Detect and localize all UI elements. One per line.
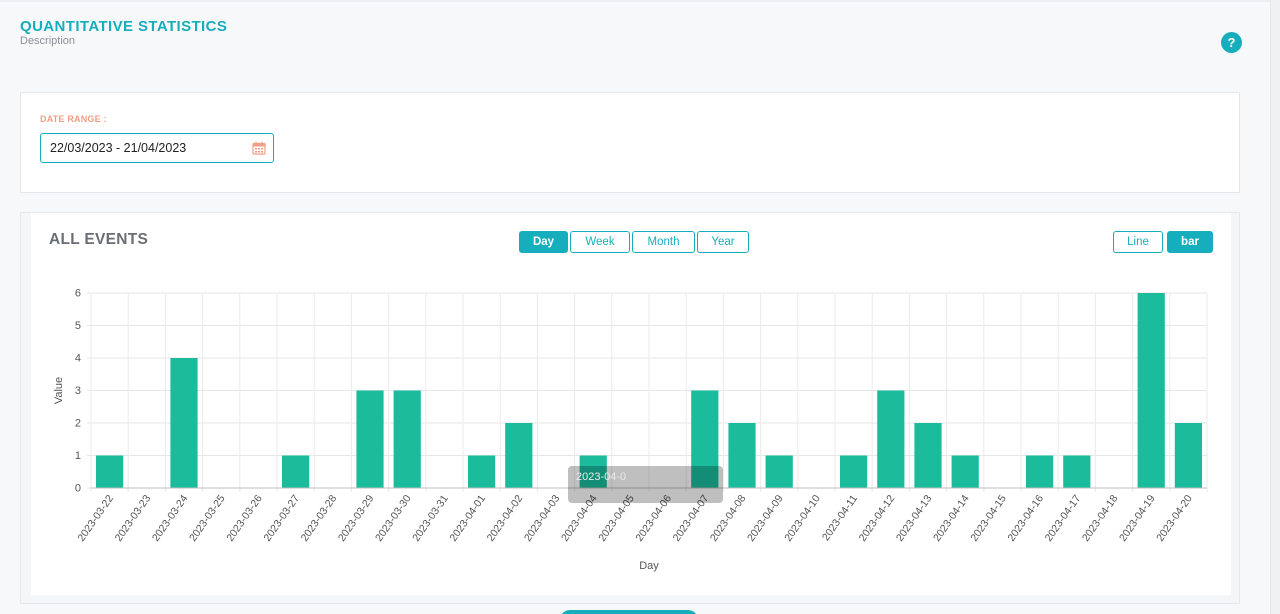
bottom-action-button[interactable] [560, 610, 698, 614]
bar[interactable] [1137, 293, 1165, 488]
y-tick-label: 3 [75, 385, 81, 397]
x-tick-label: 2023-04-13 [894, 493, 935, 544]
date-range-value: 22/03/2023 - 21/04/2023 [50, 141, 187, 155]
x-tick-label: 2023-04-16 [1005, 493, 1046, 544]
x-tick-label: 2023-03-23 [113, 493, 154, 544]
x-tick-label: 2023-03-30 [373, 493, 414, 544]
bar[interactable] [728, 423, 756, 488]
tooltip-label: 2023-04-0 [576, 471, 626, 483]
x-tick-label: 2023-03-26 [224, 493, 265, 544]
filter-card: DATE RANGE : 22/03/2023 - 21/04/2023 [20, 92, 1240, 193]
y-tick-label: 2 [75, 418, 81, 430]
bar[interactable] [877, 390, 905, 489]
x-tick-label: 2023-04-11 [820, 493, 860, 543]
x-tick-label: 2023-03-27 [261, 493, 302, 544]
x-tick-label: 2023-03-28 [299, 493, 340, 544]
page-description: Description [20, 35, 76, 47]
bar[interactable] [765, 455, 793, 489]
x-tick-label: 2023-04-17 [1043, 493, 1084, 544]
bar[interactable] [840, 455, 868, 489]
bar[interactable] [282, 455, 310, 489]
x-tick-label: 2023-03-25 [187, 493, 228, 544]
y-tick-label: 5 [75, 320, 81, 332]
chart-panel: ALL EVENTS Day Week Month Year Line bar … [31, 213, 1231, 595]
bar[interactable] [1063, 455, 1091, 489]
x-tick-label: 2023-04-18 [1080, 493, 1121, 544]
x-tick-label: 2023-04-15 [968, 493, 1009, 544]
x-tick-label: 2023-04-20 [1154, 493, 1195, 544]
bar[interactable] [505, 423, 533, 488]
x-tick-label: 2023-04-09 [745, 493, 786, 544]
x-tick-label: 2023-04-14 [931, 493, 972, 544]
x-tick-label: 2023-03-22 [75, 493, 116, 544]
bar[interactable] [951, 455, 979, 489]
bar[interactable] [914, 423, 942, 488]
y-tick-label: 1 [75, 450, 81, 462]
x-axis-title: Day [639, 560, 659, 572]
bar[interactable] [96, 455, 124, 489]
x-tick-label: 2023-04-02 [485, 493, 526, 544]
y-axis-title: Value [53, 377, 65, 404]
x-tick-label: 2023-03-29 [336, 493, 377, 544]
bar[interactable] [356, 390, 384, 489]
top-border [0, 0, 1280, 2]
x-tick-label: 2023-04-12 [857, 493, 898, 544]
x-tick-label: 2023-04-01 [447, 493, 488, 544]
x-tick-label: 2023-04-03 [522, 493, 563, 544]
bar[interactable] [468, 455, 496, 489]
events-bar-chart: 01234562023-03-222023-03-232023-03-24202… [53, 288, 1208, 572]
page-title: QUANTITATIVE STATISTICS [20, 18, 228, 35]
vertical-scrollbar[interactable] [1270, 0, 1280, 614]
help-icon[interactable]: ? [1221, 32, 1242, 53]
bar[interactable] [1174, 423, 1202, 488]
calendar-icon[interactable] [252, 141, 266, 155]
date-range-label: DATE RANGE : [40, 114, 107, 124]
x-tick-label: 2023-04-10 [782, 493, 823, 544]
y-tick-label: 4 [75, 353, 81, 365]
date-range-input[interactable]: 22/03/2023 - 21/04/2023 [40, 133, 274, 163]
bar[interactable] [1026, 455, 1054, 489]
y-tick-label: 6 [75, 288, 81, 300]
bar[interactable] [393, 390, 421, 489]
y-tick-label: 0 [75, 483, 81, 495]
bar[interactable] [170, 358, 198, 488]
x-tick-label: 2023-03-31 [410, 493, 451, 544]
chart-card: ALL EVENTS Day Week Month Year Line bar … [20, 212, 1240, 604]
x-tick-label: 2023-03-24 [150, 493, 191, 544]
x-tick-label: 2023-04-19 [1117, 493, 1158, 544]
